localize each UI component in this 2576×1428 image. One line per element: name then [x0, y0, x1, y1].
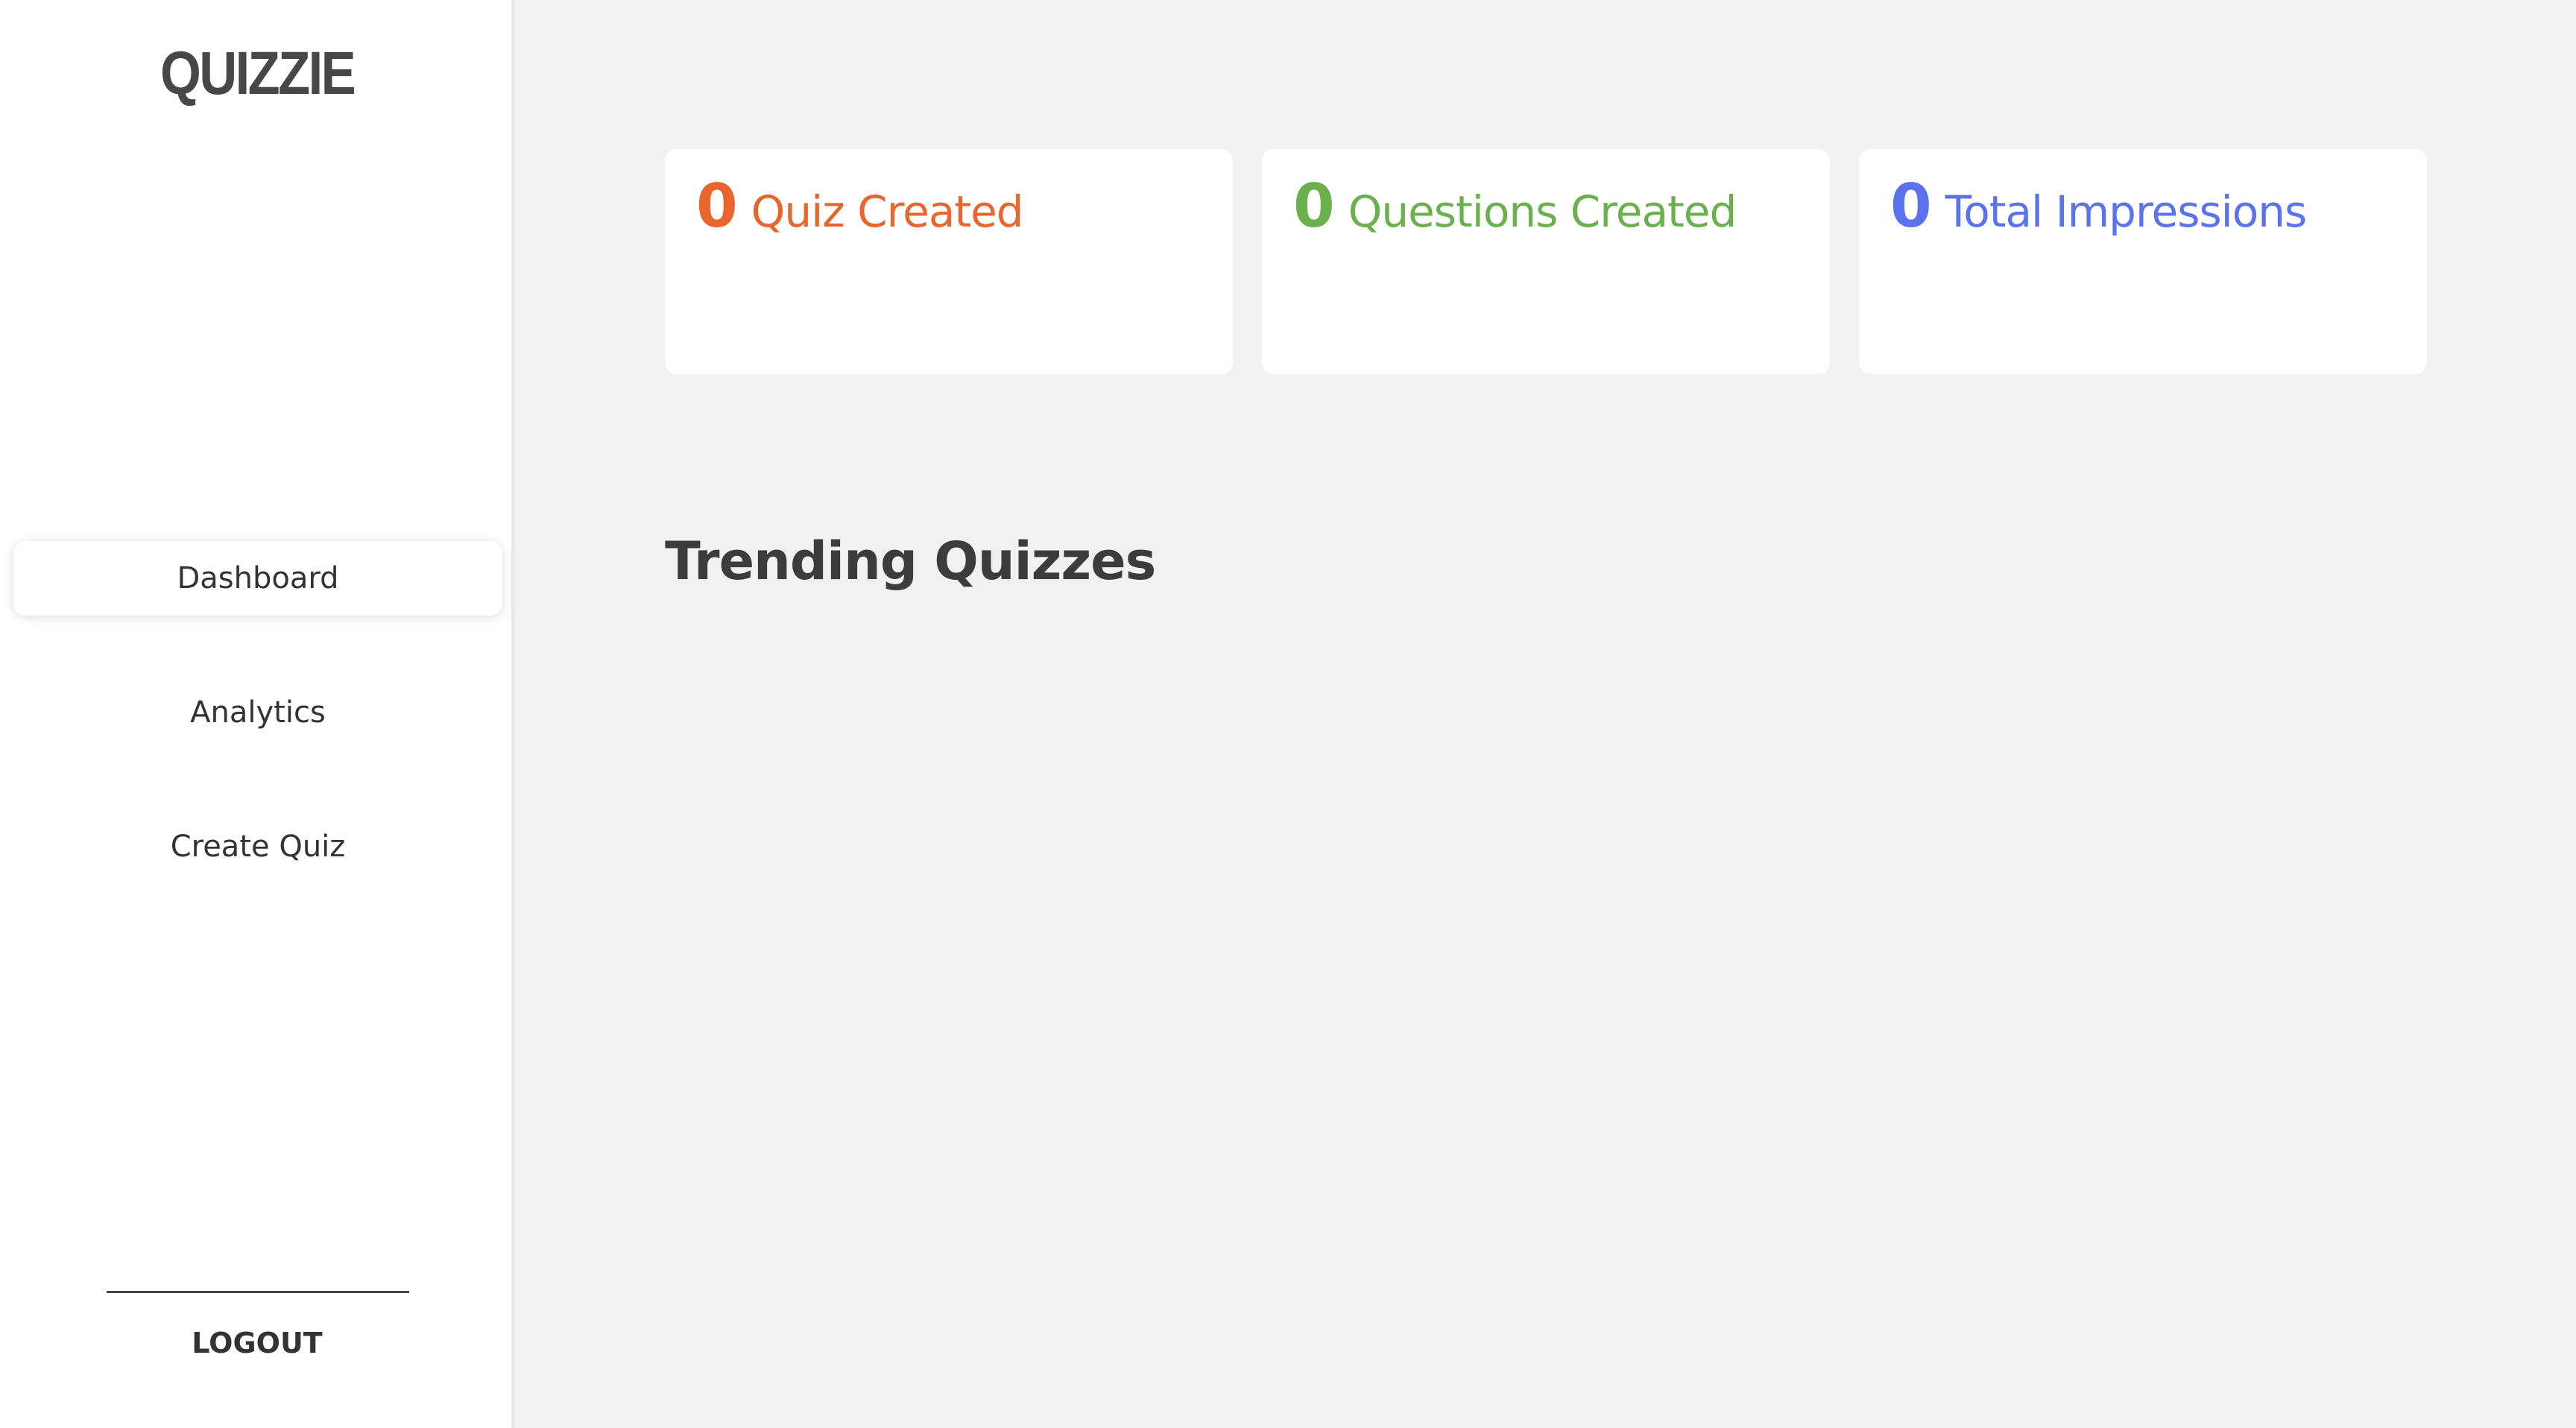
- sidebar-item-label: Analytics: [190, 695, 326, 730]
- sidebar: QUIZZIE Dashboard Analytics Create Quiz …: [0, 0, 514, 1428]
- sidebar-item-analytics[interactable]: Analytics: [13, 675, 502, 750]
- stat-value: 0: [1293, 171, 1335, 241]
- sidebar-item-create-quiz[interactable]: Create Quiz: [13, 809, 502, 884]
- sidebar-item-label: Dashboard: [177, 561, 339, 595]
- sidebar-divider: [107, 1291, 409, 1293]
- sidebar-item-dashboard[interactable]: Dashboard: [13, 541, 502, 616]
- stat-label: Total Impressions: [1945, 186, 2308, 237]
- stat-card-quiz-created: 0 Quiz Created: [665, 149, 1233, 374]
- stat-label: Quiz Created: [751, 186, 1024, 237]
- stat-card-questions-created: 0 Questions Created: [1262, 149, 1830, 374]
- section-title-trending-quizzes: Trending Quizzes: [665, 531, 1156, 592]
- app-root: QUIZZIE Dashboard Analytics Create Quiz …: [0, 0, 2576, 1428]
- logout-button[interactable]: LOGOUT: [0, 1327, 514, 1359]
- stat-card-total-impressions: 0 Total Impressions: [1859, 149, 2427, 374]
- stat-value: 0: [1890, 171, 1932, 241]
- app-logo: QUIZZIE: [160, 40, 356, 107]
- stat-label: Questions Created: [1348, 186, 1737, 237]
- sidebar-item-label: Create Quiz: [170, 830, 346, 864]
- stat-value: 0: [696, 171, 738, 241]
